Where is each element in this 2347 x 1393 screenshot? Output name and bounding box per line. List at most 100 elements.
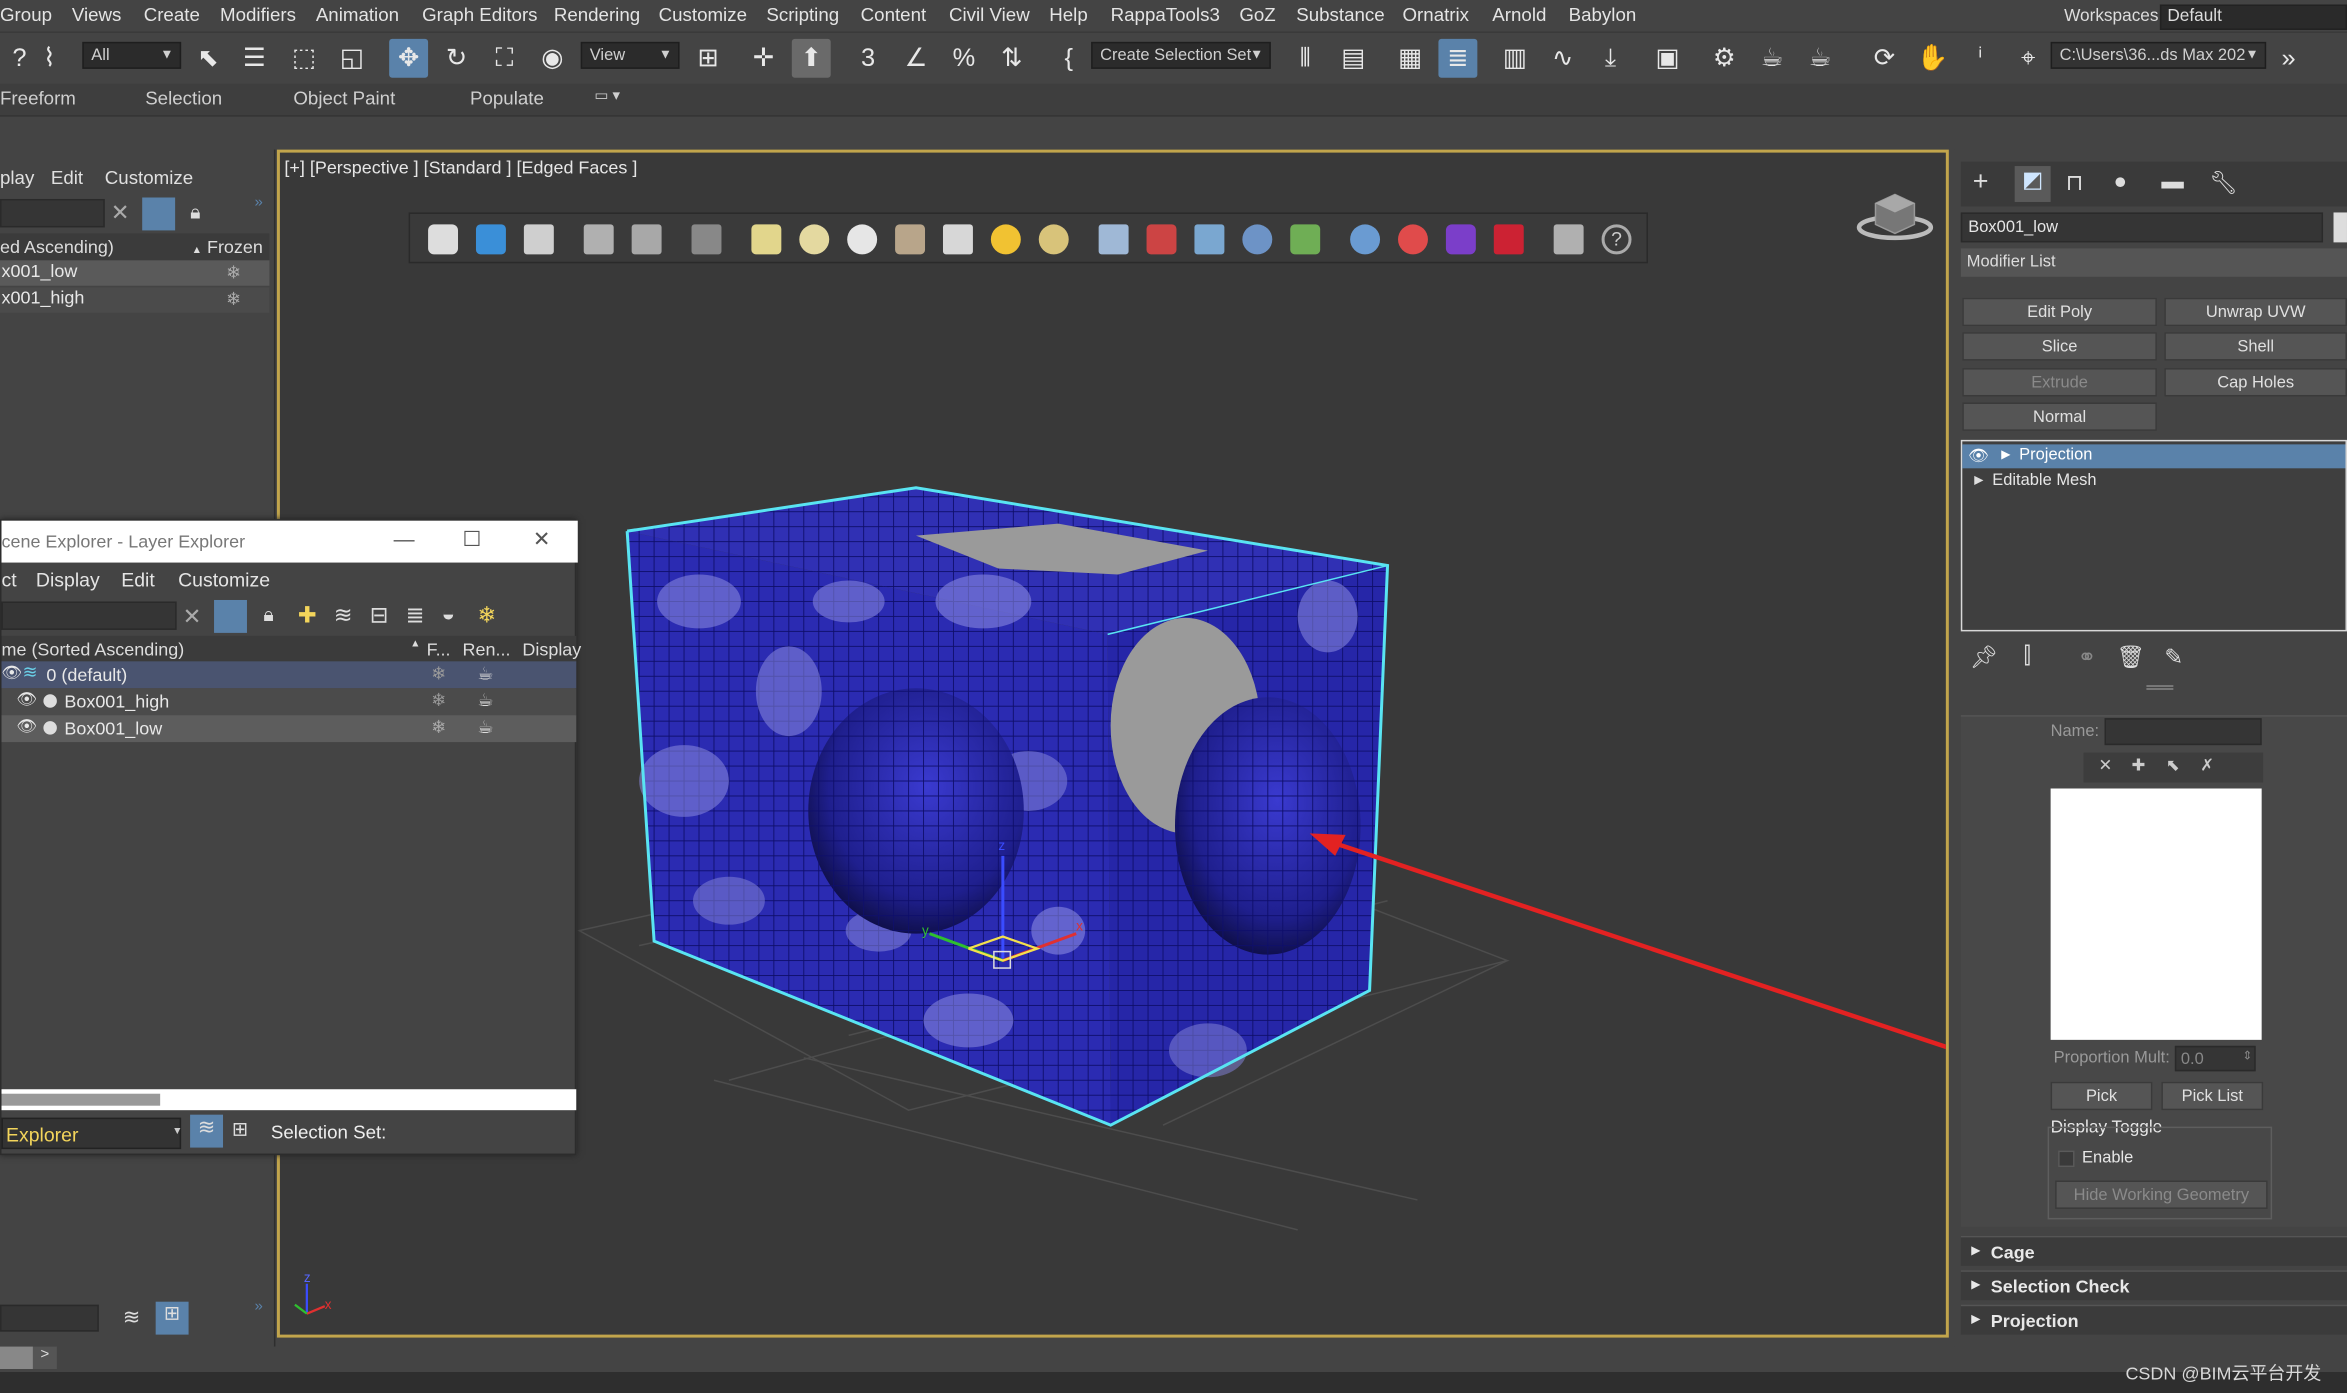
layer-visibility-icon[interactable]: ◒: [442, 601, 456, 626]
pivot-center-icon[interactable]: ⊞: [689, 39, 728, 78]
table-row[interactable]: 👁︎ ≋ 0 (default) ❄ ☕︎: [1, 661, 577, 689]
link-icon[interactable]: ⌇: [30, 39, 69, 78]
column-frozen[interactable]: F...: [427, 639, 451, 660]
align-icon[interactable]: ▤: [1334, 39, 1373, 78]
chevron-right-icon[interactable]: »: [2269, 39, 2308, 78]
rotate-icon[interactable]: ↻: [437, 39, 476, 78]
reference-coordinate-select[interactable]: View ▼: [580, 41, 680, 69]
remove-modifier-icon[interactable]: 🗑︎: [2116, 643, 2145, 670]
clear-icon[interactable]: ✗: [2200, 756, 2214, 775]
eye-icon[interactable]: 👁︎: [16, 717, 37, 736]
column-renderable[interactable]: Ren...: [463, 639, 511, 660]
selection-set-select[interactable]: Create Selection Set ▼: [1091, 41, 1271, 69]
select-by-name-icon[interactable]: ☰: [235, 39, 274, 78]
hierarchy-icon[interactable]: ⊞: [232, 1118, 248, 1142]
pin-stack-icon[interactable]: 📌︎: [1970, 643, 1999, 670]
explorer-menu-customize[interactable]: Customize: [105, 168, 193, 189]
menu-modifiers[interactable]: Modifiers: [220, 4, 296, 25]
ribbon-tab-selection[interactable]: Selection: [145, 88, 222, 109]
layer-explorer-titlebar[interactable]: cene Explorer - Layer Explorer — ☐ ✕: [1, 520, 578, 563]
projection-name-input[interactable]: [2104, 718, 2262, 746]
freeze-icon[interactable]: ❄: [431, 690, 446, 711]
clear-search-icon[interactable]: ✕: [111, 199, 130, 225]
expand-icon[interactable]: »: [254, 195, 262, 211]
timeline-slider[interactable]: [0, 1346, 33, 1370]
menu-rendering[interactable]: Rendering: [554, 4, 640, 25]
show-end-result-icon[interactable]: ⫿: [2024, 643, 2031, 668]
menu-civil-view[interactable]: Civil View: [949, 4, 1030, 25]
cage-rollout[interactable]: ▶ Cage: [1960, 1235, 2347, 1266]
table-row[interactable]: 👁︎ Box001_high ❄ ☕︎: [1, 688, 577, 716]
column-frozen[interactable]: ▲ Frozen: [192, 236, 263, 257]
utilities-tab-icon[interactable]: 🔧︎: [2209, 169, 2238, 196]
filter-icon[interactable]: [142, 197, 176, 231]
projection-object-list[interactable]: [2050, 788, 2262, 1040]
normal-button[interactable]: Normal: [1962, 402, 2157, 431]
window-crossing-icon[interactable]: ◱: [332, 39, 371, 78]
configure-modifier-sets-icon[interactable]: ✎: [2164, 643, 2183, 670]
rendered-frame-window-icon[interactable]: ☕: [1753, 39, 1792, 78]
panel-divider[interactable]: [2146, 685, 2174, 690]
workspace-select[interactable]: Default: [2159, 4, 2347, 30]
expand-icon[interactable]: »: [254, 1299, 262, 1315]
maximize-icon[interactable]: ☐: [463, 527, 482, 552]
modify-tab-icon[interactable]: ◩: [2014, 166, 2051, 202]
table-row[interactable]: x001_low ❄: [0, 260, 270, 286]
display-tab-icon[interactable]: ▬: [2161, 169, 2183, 194]
add-icon[interactable]: ✚: [2131, 756, 2145, 775]
teapot-icon[interactable]: ☕︎: [477, 663, 493, 684]
new-layer-icon[interactable]: ✚: [298, 601, 317, 628]
motion-tab-icon[interactable]: ●: [2113, 169, 2127, 194]
scrollbar-thumb[interactable]: [1, 1093, 161, 1106]
pin-icon[interactable]: ⌖: [2009, 39, 2048, 78]
menu-babylon[interactable]: Babylon: [1569, 4, 1637, 25]
ribbon-tab-populate[interactable]: Populate: [470, 88, 544, 109]
stack-item-editable-mesh[interactable]: ▶ Editable Mesh: [1962, 470, 2345, 494]
column-name[interactable]: me (Sorted Ascending): [1, 639, 184, 660]
hierarchy-tab-icon[interactable]: ⊓: [2066, 169, 2084, 196]
select-layer-icon[interactable]: ⊟: [370, 601, 389, 628]
explorer-menu-display[interactable]: play: [0, 168, 34, 189]
hide-working-geometry-button[interactable]: Hide Working Geometry: [2055, 1180, 2268, 1209]
menu-graph-editors[interactable]: Graph Editors: [422, 4, 537, 25]
projection-rollout[interactable]: ▶ Projection: [1960, 1304, 2347, 1335]
expand-triangle-icon[interactable]: ▶: [1974, 473, 1983, 486]
clear-search-icon[interactable]: ✕: [183, 603, 202, 629]
filter-icon[interactable]: [214, 599, 247, 633]
explorer-menu-edit[interactable]: Edit: [51, 168, 83, 189]
keyboard-shortcut-override-icon[interactable]: ⬆: [791, 38, 831, 78]
menu-help[interactable]: Help: [1049, 4, 1087, 25]
hierarchy-icon[interactable]: ⊞: [155, 1301, 189, 1335]
menu-goz[interactable]: GoZ: [1239, 4, 1275, 25]
menu-ornatrix[interactable]: Ornatrix: [1403, 4, 1470, 25]
sync-icon[interactable]: ⟳: [1865, 39, 1904, 78]
project-folder-select[interactable]: C:\Users\36...ds Max 202 ▼: [2050, 41, 2267, 69]
eye-icon[interactable]: 👁︎: [1968, 446, 1989, 465]
freeze-icon[interactable]: ❄: [431, 663, 446, 684]
layer-search-input[interactable]: [1, 601, 177, 630]
pick-icon[interactable]: ⬉: [2166, 756, 2180, 775]
hand-icon[interactable]: ✋: [1913, 39, 1952, 78]
teapot-icon[interactable]: ☕︎: [477, 690, 493, 711]
proportion-mult-input[interactable]: 0.0 ⇕: [2174, 1045, 2256, 1072]
menu-content[interactable]: Content: [861, 4, 927, 25]
toggle-scene-explorer-icon[interactable]: ▦: [1391, 39, 1430, 78]
table-row[interactable]: x001_high ❄: [0, 287, 270, 313]
menu-substance[interactable]: Substance: [1296, 4, 1384, 25]
ribbon-options-icon[interactable]: ▭ ▾: [594, 88, 620, 104]
layer-menu-select[interactable]: ct: [1, 569, 16, 591]
slice-button[interactable]: Slice: [1962, 332, 2157, 361]
eye-icon[interactable]: 👁︎: [1, 663, 22, 682]
place-icon[interactable]: ◉: [533, 39, 572, 78]
next-frame-icon[interactable]: >: [32, 1346, 57, 1370]
teapot-icon[interactable]: ☕︎: [477, 717, 493, 738]
curve-editor-icon[interactable]: ∿: [1543, 39, 1582, 78]
explorer-search-input[interactable]: [0, 198, 105, 228]
snaps-toggle-icon[interactable]: 3: [849, 39, 888, 78]
table-row[interactable]: 👁︎ Box001_low ❄ ☕︎: [1, 715, 577, 743]
column-display[interactable]: Display: [522, 639, 581, 660]
select-object-icon[interactable]: ⬉: [189, 39, 228, 78]
menu-customize[interactable]: Customize: [659, 4, 747, 25]
freeze-icon[interactable]: ❄: [226, 289, 241, 310]
expand-triangle-icon[interactable]: ▶: [2001, 447, 2010, 460]
